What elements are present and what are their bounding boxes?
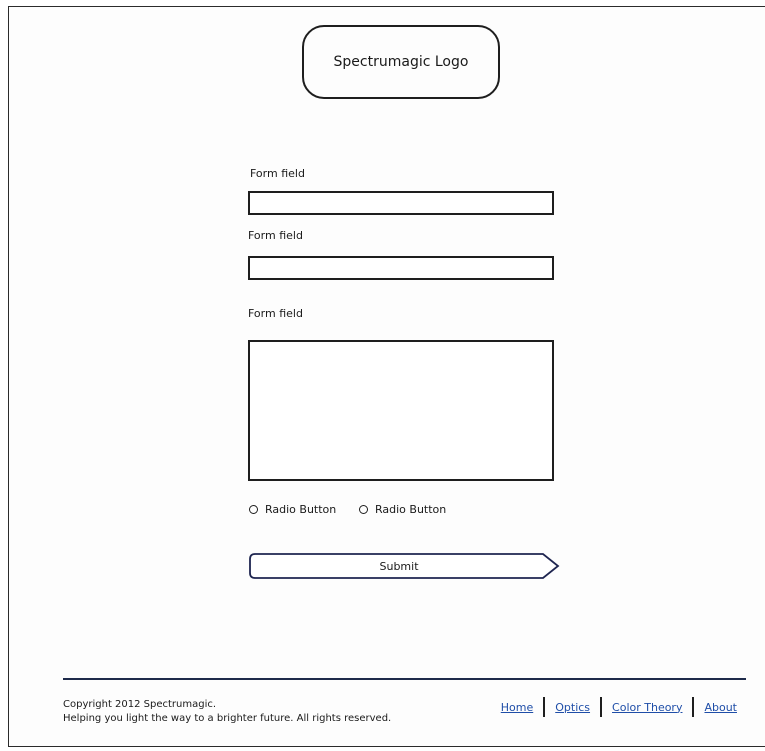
radio-circle-icon[interactable] — [359, 505, 368, 514]
nav-separator — [600, 697, 603, 717]
form-field-label-1: Form field — [250, 167, 305, 180]
radio-label-1: Radio Button — [265, 503, 337, 516]
nav-link-optics[interactable]: Optics — [555, 701, 590, 714]
submit-button[interactable]: Submit — [249, 552, 561, 580]
form-field-input-2[interactable] — [248, 256, 554, 280]
form-field-label-3: Form field — [248, 307, 303, 320]
radio-button-2[interactable]: Radio Button — [359, 503, 446, 516]
radio-label-2: Radio Button — [375, 503, 447, 516]
footer-divider — [63, 678, 746, 680]
nav-separator — [543, 697, 546, 717]
radio-button-1[interactable]: Radio Button — [249, 503, 336, 516]
form-field-label-2: Form field — [248, 229, 303, 242]
page-frame: Spectrumagic Logo Form field Form field … — [8, 6, 765, 747]
logo-text: Spectrumagic Logo — [333, 54, 469, 70]
nav-link-about[interactable]: About — [704, 701, 737, 714]
footer-nav: Home Optics Color Theory About — [501, 697, 737, 717]
nav-link-home[interactable]: Home — [501, 701, 533, 714]
form-textarea[interactable] — [248, 340, 554, 481]
submit-label: Submit — [379, 559, 419, 573]
radio-circle-icon[interactable] — [249, 505, 258, 514]
copyright-line-1: Copyright 2012 Spectrumagic. — [63, 699, 217, 710]
nav-link-color-theory[interactable]: Color Theory — [612, 701, 682, 714]
nav-separator — [692, 697, 695, 717]
copyright-line-2: Helping you light the way to a brighter … — [63, 713, 392, 724]
copyright-text: Copyright 2012 Spectrumagic. Helping you… — [63, 698, 391, 726]
logo-placeholder[interactable]: Spectrumagic Logo — [302, 25, 500, 99]
form-field-input-1[interactable] — [248, 191, 554, 215]
